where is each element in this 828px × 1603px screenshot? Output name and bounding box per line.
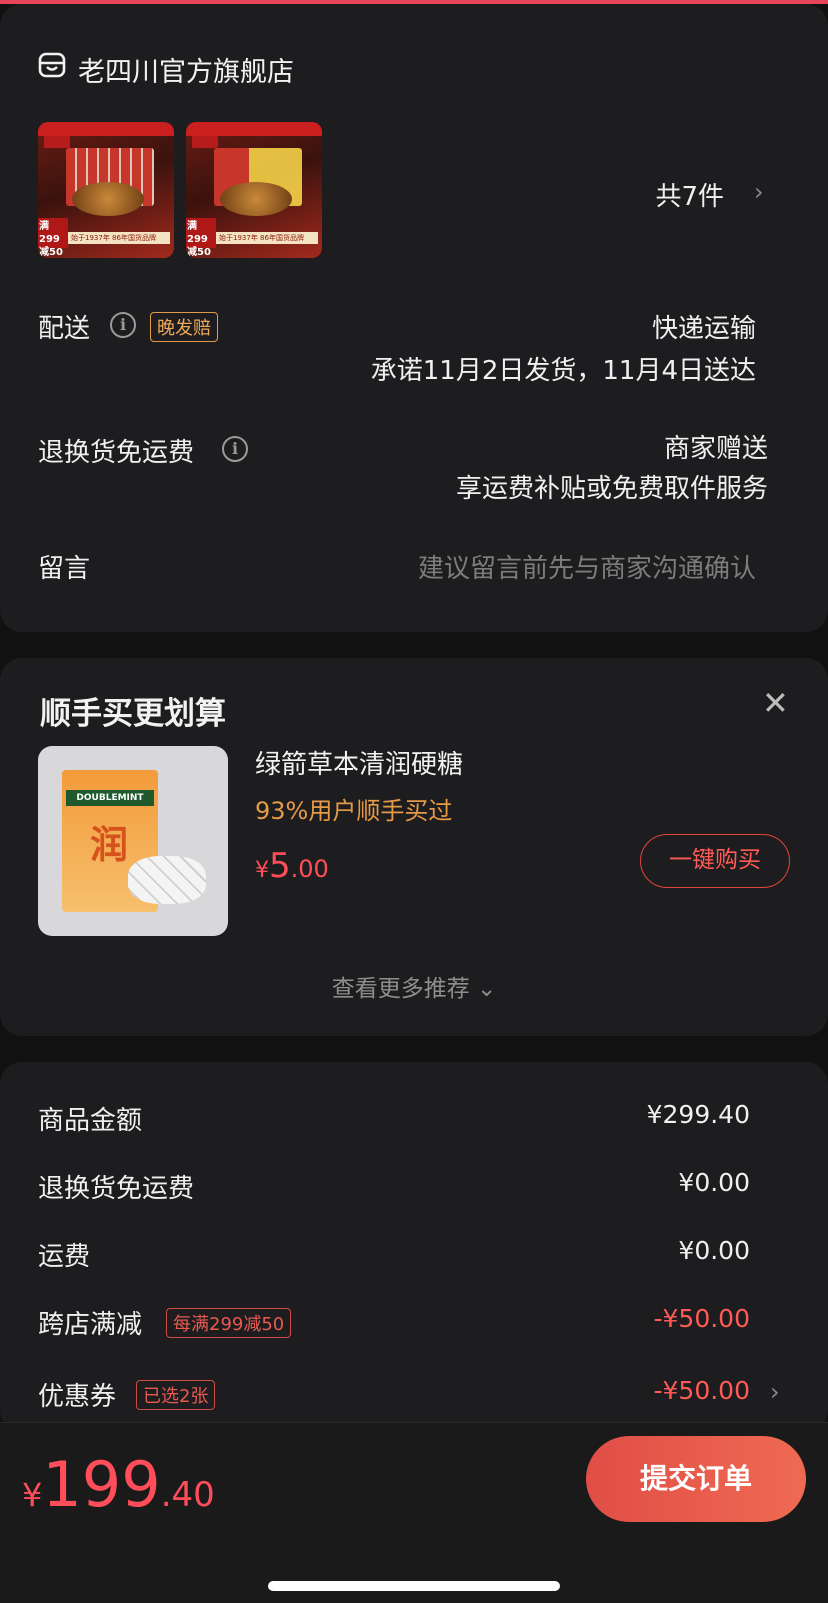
cross-store-discount-tag: 每满299减50 (166, 1308, 292, 1338)
delivery-label: 配送 (38, 314, 91, 344)
return-shipping-value: 商家赠送 (663, 434, 768, 464)
more-recommend-link[interactable]: 查看更多推荐 ⌄ (0, 969, 828, 1003)
store-name[interactable]: 老四川官方旗舰店 (78, 50, 294, 89)
message-input[interactable]: 建议留言前先与商家沟通确认 (300, 548, 756, 585)
store-icon (38, 52, 66, 78)
box-character: 润 (90, 823, 129, 867)
promo-badge: 满299减50 (38, 218, 68, 258)
delivery-method: 快递运输 (651, 314, 756, 344)
recommend-price: ¥5.00 (255, 846, 329, 886)
cross-store-discount-value: -¥50.00 (653, 1304, 751, 1333)
price-row-value: ¥299.40 (646, 1100, 750, 1129)
message-label: 留言 (38, 554, 91, 584)
home-indicator[interactable] (268, 1581, 560, 1591)
brand-strip: 始于1937年 86年国货品牌 (68, 232, 170, 244)
price-row-label: 运费 (38, 1242, 91, 1272)
recommend-bought-text: 93%用户顺手买过 (255, 797, 453, 825)
price-row-label: 跨店满减 (38, 1310, 143, 1340)
coupon-value[interactable]: -¥50.00 (560, 1376, 751, 1405)
price-row-label: 优惠券 (38, 1382, 117, 1412)
brand-strip: 始于1937年 86年国货品牌 (216, 232, 318, 244)
price-row-label: 退换货免运费 (38, 1174, 195, 1204)
one-click-buy-button[interactable]: 一键购买 (640, 834, 790, 888)
total-price: ¥199.40 (22, 1448, 215, 1521)
recommend-title: 顺手买更划算 (40, 696, 226, 732)
info-icon[interactable]: i (222, 436, 248, 462)
return-shipping-label: 退换货免运费 (38, 438, 195, 468)
info-icon[interactable]: i (110, 312, 136, 338)
chevron-down-icon: ⌄ (477, 976, 497, 1002)
promo-badge: 满299减50 (186, 218, 216, 258)
recommend-product-image[interactable]: DOUBLEMINT 润 (38, 746, 228, 936)
recommend-product-name[interactable]: 绿箭草本清润硬糖 (255, 744, 463, 781)
return-shipping-sub: 享运费补贴或免费取件服务 (455, 474, 768, 504)
price-row-value: ¥0.00 (678, 1168, 750, 1197)
product-thumbnail[interactable]: 满299减50 始于1937年 86年国货品牌 (186, 122, 322, 258)
close-icon[interactable]: ✕ (762, 684, 789, 722)
box-brand: DOUBLEMINT (66, 790, 154, 806)
price-row-value: ¥0.00 (678, 1236, 750, 1265)
item-count[interactable]: 共7件 (560, 176, 724, 213)
product-thumbnail[interactable]: 满299减50 始于1937年 86年国货品牌 (38, 122, 174, 258)
submit-order-button[interactable]: 提交订单 (586, 1436, 806, 1522)
late-ship-tag: 晚发赔 (150, 312, 218, 342)
chevron-right-icon[interactable]: › (754, 178, 764, 206)
chevron-right-icon[interactable]: › (770, 1378, 780, 1406)
price-row-label: 商品金额 (38, 1106, 143, 1136)
delivery-promise: 承诺11月2日发货，11月4日送达 (370, 356, 756, 386)
coupon-selected-tag: 已选2张 (136, 1380, 216, 1410)
